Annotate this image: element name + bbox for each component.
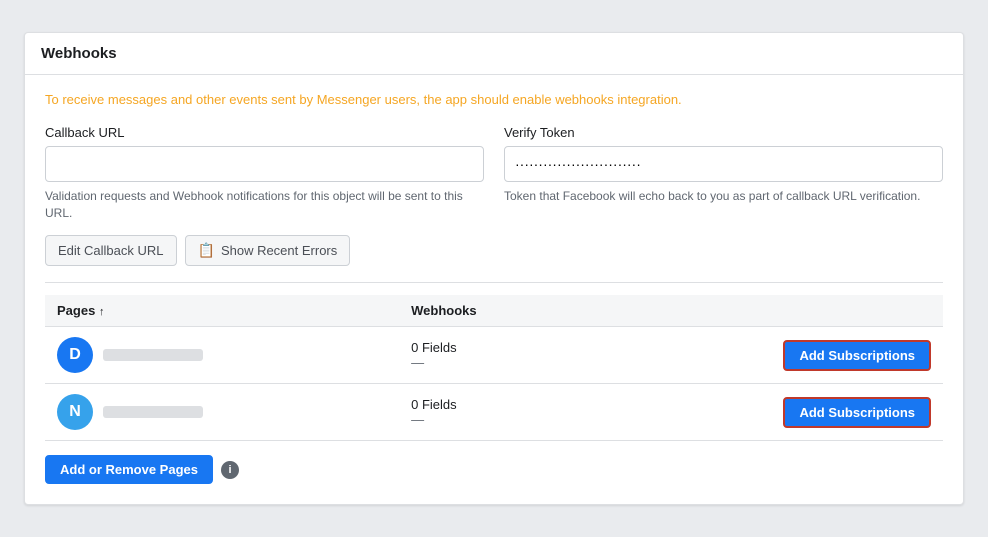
page-cell: D [45, 327, 399, 384]
pages-header-label: Pages [57, 303, 95, 318]
col-webhooks: Webhooks [399, 295, 585, 327]
callback-url-hint: Validation requests and Webhook notifica… [45, 188, 484, 222]
callback-url-group: Callback URL Validation requests and Web… [45, 125, 484, 222]
table-row: D 0 Fields — Add Subscriptions [45, 327, 943, 384]
verify-token-group: Verify Token Token that Facebook will ec… [504, 125, 943, 222]
page-name-placeholder [103, 406, 203, 418]
sort-arrow-icon: ↑ [99, 306, 105, 318]
form-row: Callback URL Validation requests and Web… [45, 125, 943, 222]
page-cell: N [45, 384, 399, 441]
verify-token-input[interactable] [504, 146, 943, 182]
avatar: D [57, 337, 93, 373]
col-pages: Pages ↑ [45, 295, 399, 327]
actions-cell: Add Subscriptions [586, 384, 943, 441]
fields-count: 0 Fields [411, 340, 573, 355]
verify-token-label: Verify Token [504, 125, 943, 140]
card-title: Webhooks [25, 33, 963, 75]
bottom-row: Add or Remove Pages i [45, 441, 943, 488]
add-subscriptions-button[interactable]: Add Subscriptions [783, 340, 931, 371]
add-remove-pages-button[interactable]: Add or Remove Pages [45, 455, 213, 484]
webhooks-card: Webhooks To receive messages and other e… [24, 32, 964, 506]
pages-table: Pages ↑ Webhooks D 0 Fields — Add S [45, 295, 943, 441]
info-icon[interactable]: i [221, 461, 239, 479]
callback-url-label: Callback URL [45, 125, 484, 140]
actions-cell: Add Subscriptions [586, 327, 943, 384]
webhooks-cell: 0 Fields — [399, 327, 585, 384]
col-actions [586, 295, 943, 327]
table-row: N 0 Fields — Add Subscriptions [45, 384, 943, 441]
webhook-dash: — [411, 412, 573, 427]
clipboard-icon: 📋 [198, 242, 215, 259]
verify-token-hint: Token that Facebook will echo back to yo… [504, 188, 943, 205]
pages-table-section: Pages ↑ Webhooks D 0 Fields — Add S [45, 283, 943, 488]
edit-callback-url-button[interactable]: Edit Callback URL [45, 235, 177, 266]
info-message: To receive messages and other events sen… [45, 91, 943, 109]
avatar: N [57, 394, 93, 430]
webhook-dash: — [411, 355, 573, 370]
add-subscriptions-button[interactable]: Add Subscriptions [783, 397, 931, 428]
show-recent-errors-button[interactable]: 📋 Show Recent Errors [185, 235, 351, 266]
action-buttons-row: Edit Callback URL 📋 Show Recent Errors [45, 235, 943, 283]
show-errors-label: Show Recent Errors [221, 243, 337, 258]
webhooks-cell: 0 Fields — [399, 384, 585, 441]
callback-url-input[interactable] [45, 146, 484, 182]
page-name-placeholder [103, 349, 203, 361]
fields-count: 0 Fields [411, 397, 573, 412]
